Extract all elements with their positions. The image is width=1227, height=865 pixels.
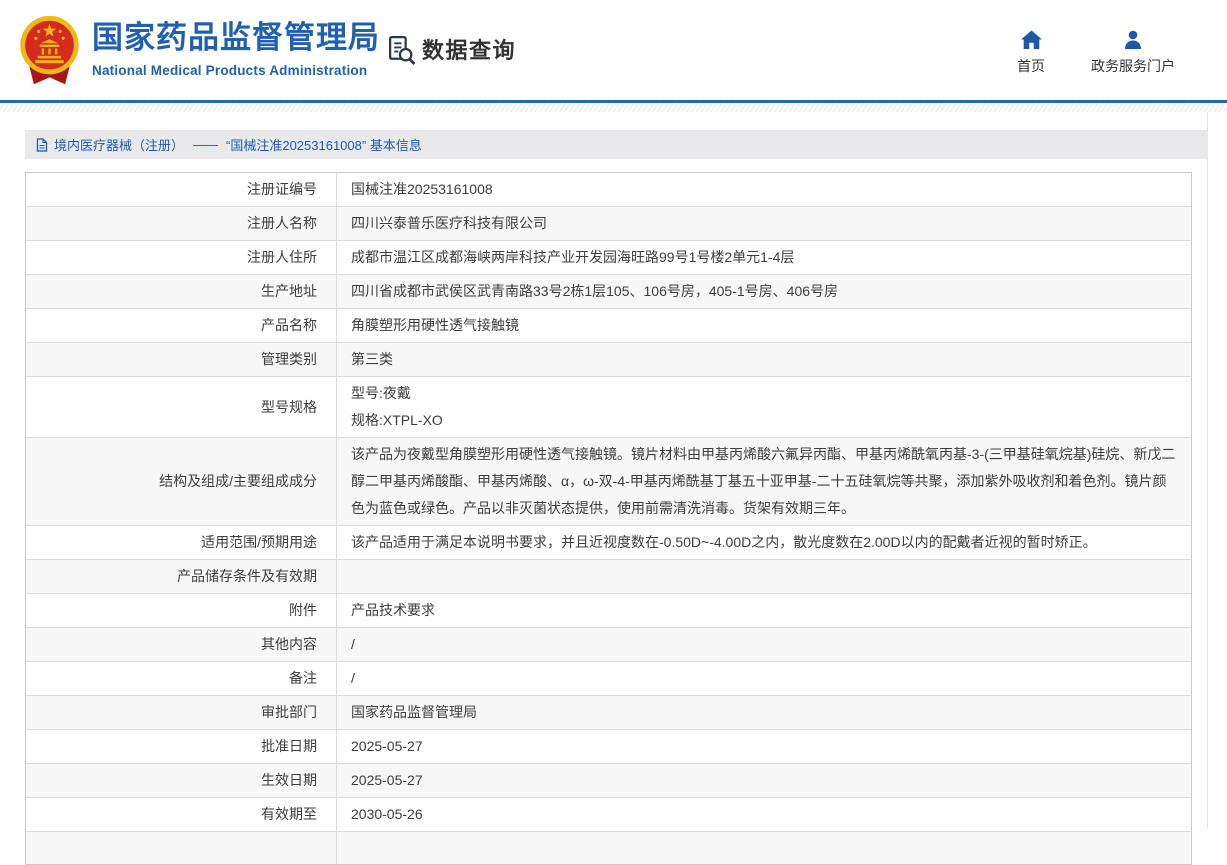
national-emblem-icon <box>18 12 81 88</box>
table-row-composition: 结构及组成/主要组成成分 该产品为夜戴型角膜塑形用硬性透气接触镜。镜片材料由甲基… <box>26 437 1191 525</box>
row-value: 成都市温江区成都海峡两岸科技产业开发园海旺路99号1号楼2单元1-4层 <box>337 241 1191 274</box>
breadcrumb: 境内医疗器械（注册） —— “国械注准20253161008” 基本信息 <box>25 130 1208 159</box>
row-label: 有效期至 <box>26 798 337 831</box>
nmpa-data-query-page: { "header": { "site_name_cn": "国家药品监督管理局… <box>0 0 1227 828</box>
row-value <box>337 832 1191 864</box>
row-value: / <box>337 662 1191 695</box>
nav-home[interactable]: 首页 <box>1017 30 1045 76</box>
table-row-approval-department: 审批部门 国家药品监督管理局 <box>26 695 1191 729</box>
row-value: 2025-05-27 <box>337 730 1191 763</box>
row-value: 该产品为夜戴型角膜塑形用硬性透气接触镜。镜片材料由甲基丙烯酸六氟异丙酯、甲基丙烯… <box>337 438 1191 525</box>
table-row-effective-date: 生效日期 2025-05-27 <box>26 763 1191 797</box>
registration-info-table: 注册证编号 国械注准20253161008 注册人名称 四川兴泰普乐医疗科技有限… <box>25 172 1192 865</box>
site-subtitle: National Medical Products Administration <box>92 63 380 78</box>
row-label: 产品名称 <box>26 309 337 342</box>
row-value: 国械注准20253161008 <box>337 173 1191 206</box>
content-right-edge <box>1207 112 1208 828</box>
table-row-model-spec: 型号规格 型号:夜戴 规格:XTPL-XO <box>26 376 1191 437</box>
row-value: 2025-05-27 <box>337 764 1191 797</box>
table-row-product-name: 产品名称 角膜塑形用硬性透气接触镜 <box>26 308 1191 342</box>
row-label: 注册人住所 <box>26 241 337 274</box>
row-label: 附件 <box>26 594 337 627</box>
row-value: 型号:夜戴 规格:XTPL-XO <box>337 377 1191 437</box>
row-label: 审批部门 <box>26 696 337 729</box>
row-label: 管理类别 <box>26 343 337 376</box>
row-value <box>337 560 1191 593</box>
row-label: 结构及组成/主要组成成分 <box>26 438 337 525</box>
breadcrumb-separator: —— <box>193 137 217 152</box>
user-icon <box>1123 30 1143 50</box>
table-row-intended-use: 适用范围/预期用途 该产品适用于满足本说明书要求，并且近视度数在-0.50D~-… <box>26 525 1191 559</box>
site-title: 国家药品监督管理局 <box>92 20 380 56</box>
row-value: 产品技术要求 <box>337 594 1191 627</box>
data-query-heading[interactable]: 数据查询 <box>386 33 516 65</box>
row-value: 第三类 <box>337 343 1191 376</box>
table-row-registration-number: 注册证编号 国械注准20253161008 <box>26 173 1191 206</box>
document-icon <box>36 138 48 152</box>
row-label: 备注 <box>26 662 337 695</box>
row-label: 生效日期 <box>26 764 337 797</box>
row-label: 适用范围/预期用途 <box>26 526 337 559</box>
row-label: 注册人名称 <box>26 207 337 240</box>
nav-portal[interactable]: 政务服务门户 <box>1091 30 1175 76</box>
row-label: 其他内容 <box>26 628 337 661</box>
row-label: 注册证编号 <box>26 173 337 206</box>
table-row-management-class: 管理类别 第三类 <box>26 342 1191 376</box>
table-row-production-address: 生产地址 四川省成都市武侯区武青南路33号2栋1层105、106号房，405-1… <box>26 274 1191 308</box>
table-row-storage-conditions: 产品储存条件及有效期 <box>26 559 1191 593</box>
row-value: / <box>337 628 1191 661</box>
home-icon <box>1020 30 1043 50</box>
breadcrumb-current: “国械注准20253161008” 基本信息 <box>226 135 422 154</box>
row-value: 国家药品监督管理局 <box>337 696 1191 729</box>
row-value: 角膜塑形用硬性透气接触镜 <box>337 309 1191 342</box>
row-value: 2030-05-26 <box>337 798 1191 831</box>
row-label: 型号规格 <box>26 377 337 437</box>
table-row-registrant-address: 注册人住所 成都市温江区成都海峡两岸科技产业开发园海旺路99号1号楼2单元1-4… <box>26 240 1191 274</box>
table-row-partial <box>26 831 1191 864</box>
row-label: 批准日期 <box>26 730 337 763</box>
table-row-expiry-date: 有效期至 2030-05-26 <box>26 797 1191 831</box>
row-value: 四川兴泰普乐医疗科技有限公司 <box>337 207 1191 240</box>
nav-portal-label: 政务服务门户 <box>1091 56 1175 76</box>
table-row-registrant-name: 注册人名称 四川兴泰普乐医疗科技有限公司 <box>26 206 1191 240</box>
breadcrumb-category[interactable]: 境内医疗器械（注册） <box>54 135 184 154</box>
row-value: 四川省成都市武侯区武青南路33号2栋1层105、106号房，405-1号房、40… <box>337 275 1191 308</box>
table-row-remarks: 备注 / <box>26 661 1191 695</box>
top-navigation: 首页 政务服务门户 <box>1017 30 1175 76</box>
row-label: 生产地址 <box>26 275 337 308</box>
row-value: 该产品适用于满足本说明书要求，并且近视度数在-0.50D~-4.00D之内，散光… <box>337 526 1191 559</box>
data-query-label: 数据查询 <box>422 33 516 65</box>
table-row-approval-date: 批准日期 2025-05-27 <box>26 729 1191 763</box>
document-search-icon <box>386 34 417 65</box>
row-label: 产品储存条件及有效期 <box>26 560 337 593</box>
brand-text: 国家药品监督管理局 National Medical Products Admi… <box>92 12 380 78</box>
site-logo[interactable]: 国家药品监督管理局 National Medical Products Admi… <box>18 12 380 88</box>
table-row-other-content: 其他内容 / <box>26 627 1191 661</box>
hatch-band <box>0 103 1227 112</box>
nav-home-label: 首页 <box>1017 56 1045 76</box>
site-header: 国家药品监督管理局 National Medical Products Admi… <box>0 0 1227 100</box>
row-label <box>26 832 337 864</box>
table-row-attachment: 附件 产品技术要求 <box>26 593 1191 627</box>
